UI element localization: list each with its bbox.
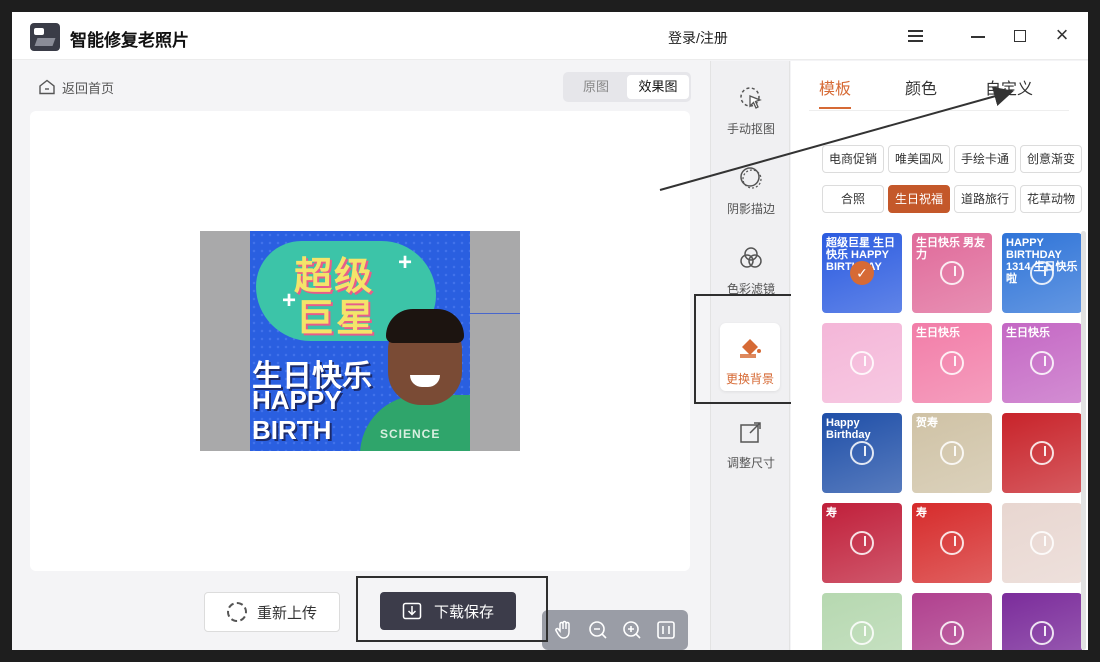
app-window: 智能修复老照片 登录/注册 × 返回首页 原图 效果图 + + 超级 巨星 生日… <box>12 12 1088 650</box>
tab-divider <box>809 110 1069 111</box>
poster-line-4: HAPPY <box>252 385 342 415</box>
download-icon <box>940 261 964 285</box>
maximize-icon[interactable] <box>1008 24 1032 48</box>
download-icon <box>850 441 874 465</box>
template-panel: 模板 颜色 自定义 电商促销 唯美国风 手绘卡通 创意渐变合照 生日祝福 道路旅行 花草动物… <box>791 61 1088 650</box>
close-icon[interactable]: × <box>1050 24 1074 48</box>
poster-line-5: BIRTH <box>252 415 332 445</box>
title-bar: 智能修复老照片 登录/注册 × <box>12 12 1088 60</box>
birthday-poster-image[interactable]: + + 超级 巨星 生日快乐 HAPPY BIRTH SCIENCE <box>250 231 470 451</box>
template-thumbnail[interactable] <box>822 593 902 650</box>
effect-view-tab[interactable]: 效果图 <box>627 75 689 99</box>
template-thumbnail[interactable] <box>1002 413 1082 493</box>
template-caption: 生日快乐 男友力 <box>916 237 986 261</box>
download-icon <box>1030 531 1054 555</box>
back-home-label: 返回首页 <box>62 80 115 96</box>
category-chip[interactable]: 花草动物 <box>1020 185 1082 213</box>
template-thumbnail[interactable]: 贺寿 <box>912 413 992 493</box>
login-register-link[interactable]: 登录/注册 <box>668 28 728 48</box>
download-label: 下载保存 <box>433 603 494 621</box>
photo-stage: + + 超级 巨星 生日快乐 HAPPY BIRTH SCIENCE <box>200 231 520 451</box>
hand-icon[interactable] <box>552 618 576 642</box>
template-thumbnail[interactable] <box>822 323 902 403</box>
category-chip[interactable]: 合照 <box>822 185 884 213</box>
category-chip[interactable]: 生日祝福 <box>888 185 950 213</box>
menu-icon[interactable] <box>904 24 928 48</box>
download-icon <box>850 531 874 555</box>
template-thumbnail[interactable] <box>1002 593 1082 650</box>
view-toggle: 原图 效果图 <box>563 72 691 102</box>
template-caption: Happy Birthday <box>826 417 871 441</box>
category-chip[interactable]: 电商促销 <box>822 145 884 173</box>
category-chip[interactable]: 手绘卡通 <box>954 145 1016 173</box>
template-caption: 寿 <box>826 507 837 519</box>
cutout-cursor-icon <box>740 87 762 109</box>
download-icon <box>940 441 964 465</box>
template-caption: 生日快乐 <box>916 327 960 339</box>
home-icon <box>39 79 55 95</box>
shadow-outline-icon <box>740 167 762 189</box>
back-home-link[interactable]: 返回首页 <box>38 76 114 98</box>
active-tab-indicator <box>819 107 851 109</box>
tool-color-filter[interactable]: 色彩滤镜 <box>711 245 791 297</box>
download-icon <box>1030 441 1054 465</box>
download-icon <box>850 621 874 645</box>
reupload-button[interactable]: 重新上传 <box>204 592 340 632</box>
download-icon <box>1030 621 1054 645</box>
tool-resize[interactable]: 调整尺寸 <box>711 419 791 471</box>
highlight-box-background-tool <box>694 294 802 404</box>
template-thumbnail[interactable]: 寿 <box>912 503 992 583</box>
category-chip[interactable]: 创意渐变 <box>1020 145 1082 173</box>
preview-canvas: + + 超级 巨星 生日快乐 HAPPY BIRTH SCIENCE <box>30 111 690 650</box>
template-thumbnail[interactable] <box>912 593 992 650</box>
download-icon <box>1030 351 1054 375</box>
category-chip[interactable]: 唯美国风 <box>888 145 950 173</box>
tab-custom[interactable]: 自定义 <box>985 75 1033 99</box>
resize-icon <box>740 422 761 443</box>
refresh-icon <box>226 602 247 622</box>
template-thumbnail[interactable]: 生日快乐 <box>1002 323 1082 403</box>
template-thumbnail[interactable]: 生日快乐 <box>912 323 992 403</box>
person-cutout[interactable]: SCIENCE <box>360 309 470 451</box>
fit-icon[interactable] <box>654 618 678 642</box>
tab-colors[interactable]: 颜色 <box>905 75 937 99</box>
tool-label: 阴影描边 <box>726 202 775 216</box>
tool-shadow-outline[interactable]: 阴影描边 <box>711 165 791 217</box>
download-save-button[interactable]: 下载保存 <box>380 592 516 630</box>
original-view-tab[interactable]: 原图 <box>565 75 627 99</box>
shirt-text: SCIENCE <box>380 427 441 441</box>
scrollbar[interactable] <box>1081 231 1086 650</box>
template-thumbnail[interactable] <box>1002 503 1082 583</box>
app-logo-icon <box>30 23 60 51</box>
tab-templates[interactable]: 模板 <box>819 75 851 99</box>
template-thumbnail[interactable]: 生日快乐 男友力 <box>912 233 992 313</box>
zoom-toolbar <box>542 610 688 650</box>
reupload-label: 重新上传 <box>256 604 317 622</box>
download-icon <box>850 351 874 375</box>
template-thumbnail[interactable]: 寿 <box>822 503 902 583</box>
download-icon <box>1030 261 1054 285</box>
color-filter-icon <box>740 247 762 268</box>
zoom-in-icon[interactable] <box>620 618 644 642</box>
template-thumbnail[interactable]: Happy Birthday <box>822 413 902 493</box>
template-thumbnail[interactable]: 超级巨星 生日快乐 HAPPY BIRTHDAY✓ <box>822 233 902 313</box>
download-icon <box>402 602 422 620</box>
poster-line-2: 巨星 <box>296 298 377 340</box>
template-thumbnail[interactable]: HAPPY BIRTHDAY 1314 生日快乐啦 <box>1002 233 1082 313</box>
template-caption: 寿 <box>916 507 927 519</box>
tool-label: 调整尺寸 <box>726 456 775 470</box>
zoom-out-icon[interactable] <box>586 618 610 642</box>
download-icon <box>940 621 964 645</box>
tool-label: 手动抠图 <box>726 122 775 136</box>
check-icon: ✓ <box>850 261 874 285</box>
category-chip[interactable]: 道路旅行 <box>954 185 1016 213</box>
download-icon <box>940 531 964 555</box>
template-caption: 生日快乐 <box>1006 327 1050 339</box>
minimize-icon[interactable] <box>966 24 990 48</box>
template-caption: 贺寿 <box>916 417 938 429</box>
selection-guide <box>470 313 520 314</box>
tool-manual-cutout[interactable]: 手动抠图 <box>711 85 791 137</box>
app-title: 智能修复老照片 <box>70 31 189 50</box>
download-icon <box>940 351 964 375</box>
